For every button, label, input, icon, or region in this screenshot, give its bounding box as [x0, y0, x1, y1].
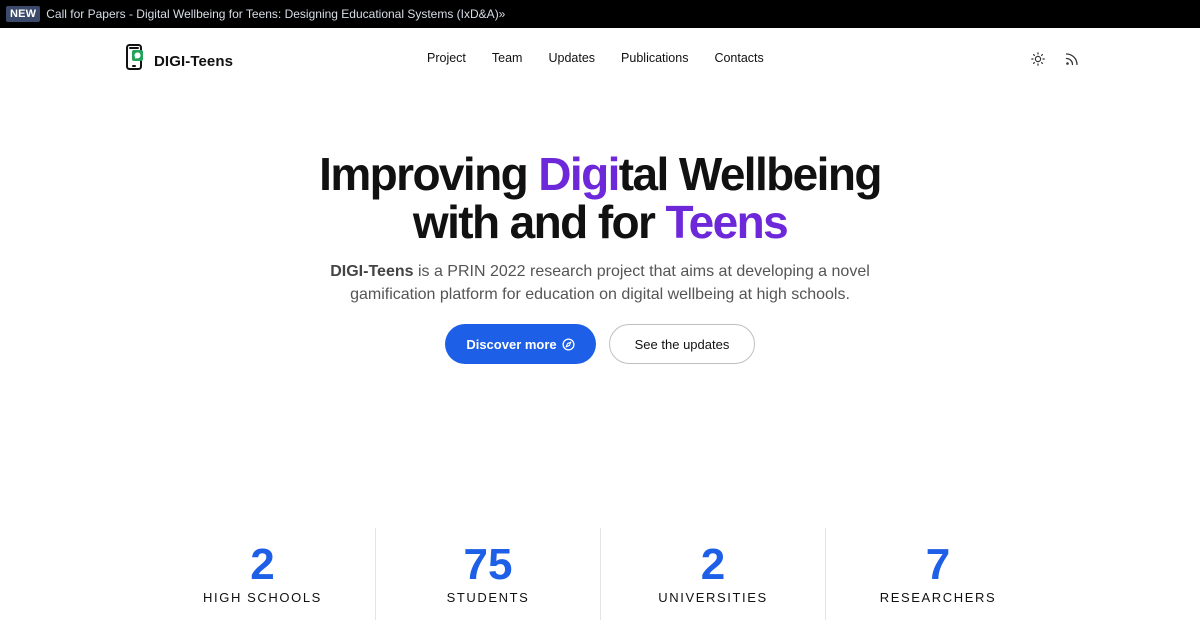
announcement-bar: NEW Call for Papers - Digital Wellbeing … [0, 0, 1200, 28]
stat-students: 75 STUDENTS [375, 528, 600, 620]
brand-name: DIGI-Teens [154, 52, 234, 70]
new-badge: NEW [6, 6, 41, 22]
rss-icon [1065, 53, 1078, 66]
nav-item-project[interactable]: Project [427, 51, 466, 65]
hero-title-line2: with and for [412, 196, 666, 248]
stats-section: 2 HIGH SCHOOLS 75 STUDENTS 2 UNIVERSITIE… [150, 528, 1050, 620]
brand-home-link[interactable]: DIGI-Teens [125, 44, 233, 72]
sun-icon [1031, 52, 1045, 66]
announcement-link[interactable]: Call for Papers - Digital Wellbeing for … [46, 7, 505, 21]
rss-feed-button[interactable] [1062, 50, 1082, 68]
discover-more-button[interactable]: Discover more [445, 324, 596, 364]
stat-value: 7 [925, 540, 951, 589]
compass-icon [562, 337, 575, 351]
stat-label: UNIVERSITIES [658, 590, 768, 605]
hero-title-accent: Digi [538, 148, 620, 200]
hero-lead-text: is a PRIN 2022 research project that aim… [350, 263, 870, 303]
stat-value: 75 [463, 540, 513, 589]
hero-section: Improving Digital Wellbeing with and for… [0, 150, 1200, 306]
stat-label: RESEARCHERS [879, 590, 997, 605]
hero-lead: DIGI-Teens is a PRIN 2022 research proje… [320, 260, 880, 306]
hero-title-accent-teens: Teens [665, 196, 789, 248]
nav-item-updates[interactable]: Updates [548, 51, 595, 65]
nav-item-team[interactable]: Team [492, 51, 523, 65]
hero-lead-brand: DIGI-Teens [330, 263, 414, 280]
see-updates-button[interactable]: See the updates [609, 324, 755, 364]
stat-high-schools: 2 HIGH SCHOOLS [150, 528, 375, 620]
stat-value: 2 [700, 540, 726, 589]
stat-researchers: 7 RESEARCHERS [825, 528, 1050, 620]
cta-row: Discover more See the updates [0, 324, 1200, 364]
nav-item-publications[interactable]: Publications [621, 51, 688, 65]
stat-label: HIGH SCHOOLS [203, 590, 322, 605]
nav-item-contacts[interactable]: Contacts [714, 51, 763, 65]
see-updates-label: See the updates [634, 336, 730, 352]
nav-actions [1028, 50, 1082, 68]
hero-title-part1: Improving [319, 148, 539, 200]
main-nav: Project Team Updates Publications Contac… [427, 51, 790, 65]
phone-logo-icon [126, 44, 143, 70]
stat-value: 2 [250, 540, 275, 589]
stat-universities: 2 UNIVERSITIES [600, 528, 825, 620]
discover-more-label: Discover more [466, 336, 557, 352]
hero-title-part2: tal Wellbeing [618, 148, 883, 200]
stat-label: STUDENTS [446, 590, 530, 605]
top-navbar: DIGI-Teens Project Team Updates Publicat… [0, 28, 1200, 90]
hero-title: Improving Digital Wellbeing with and for… [0, 150, 1200, 246]
theme-toggle-button[interactable] [1028, 50, 1048, 68]
